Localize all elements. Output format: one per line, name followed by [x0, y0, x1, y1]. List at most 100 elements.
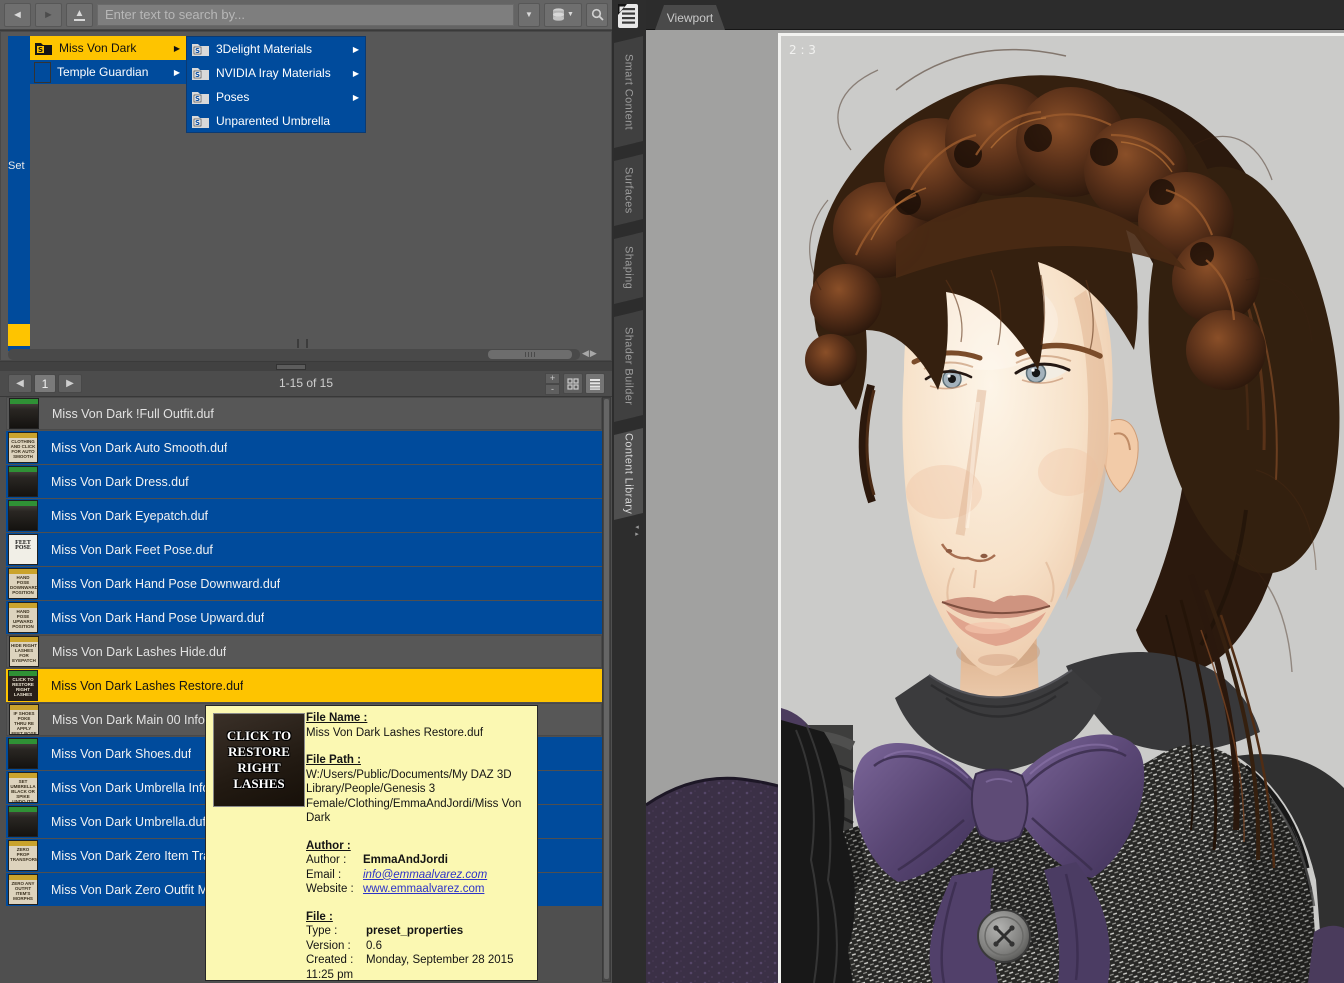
content-toolbar: ◄ ► ▲ ▼ ▼	[0, 0, 612, 30]
file-row[interactable]: HIDE RIGHT LASHES FOR EYEPATCH Miss Von …	[6, 635, 602, 668]
tree-column-clipped[interactable]: Set	[8, 36, 30, 324]
viewport-pane: Viewport 2: 3	[645, 0, 1344, 983]
up-arrow-icon: ▲	[73, 7, 86, 21]
submenu-item-label: NVIDIA Iray Materials	[216, 66, 331, 80]
file-label: Miss Von Dark Umbrella.duf	[51, 814, 206, 829]
folder-s-icon: S	[192, 44, 209, 56]
chevron-down-icon: ▼	[525, 10, 533, 19]
file-row[interactable]: HAND POSE DOWNWARD POSITION Miss Von Dar…	[6, 567, 602, 600]
folder-s-icon: S	[192, 116, 209, 128]
file-thumbnail: HAND POSE UPWARD POSITION	[8, 602, 38, 633]
hscroll-arrow-buttons[interactable]: ◀▶	[582, 348, 598, 359]
menu-item-miss-von-dark[interactable]: S Miss Von Dark ▶	[30, 36, 186, 60]
submenu-arrow-icon: ▶	[352, 68, 359, 78]
file-row[interactable]: Miss Von Dark Dress.duf	[6, 465, 602, 498]
file-thumbnail: CLOTHING AND CLICK FOR AUTO SMOOTH	[8, 432, 38, 463]
forward-button[interactable]: ►	[35, 2, 62, 27]
submenu-item-3delight[interactable]: S 3Delight Materials ▶	[187, 37, 365, 61]
tab-shader-builder[interactable]: Shader Builder	[614, 310, 643, 422]
list-view-button[interactable]	[585, 373, 605, 394]
file-label: Miss Von Dark Shoes.duf	[51, 746, 192, 761]
panel-splitter[interactable]	[0, 362, 612, 371]
svg-text:S: S	[38, 46, 43, 54]
grid-view-icon	[567, 377, 579, 390]
grid-view-button[interactable]	[563, 373, 583, 394]
file-row[interactable]: Miss Von Dark Eyepatch.duf	[6, 499, 602, 532]
chevron-down-icon: ▼	[567, 11, 574, 18]
panel-menu-icon[interactable]	[614, 3, 640, 29]
file-thumbnail: HIDE RIGHT LASHES FOR EYEPATCH	[9, 636, 39, 667]
email-link[interactable]: info@emmaalvarez.com	[363, 869, 487, 881]
tooltip-filename-heading: File Name :	[306, 712, 368, 724]
tooltip-thumbnail: CLICK TO RESTORE RIGHT LASHES	[213, 713, 305, 807]
file-label: Miss Von Dark Eyepatch.duf	[51, 508, 209, 523]
tooltip-author-heading: Author :	[306, 839, 351, 852]
file-row-hovered[interactable]: CLICK TO RESTORE RIGHT LASHES Miss Von D…	[6, 669, 602, 702]
submenu-item-iray[interactable]: S NVIDIA Iray Materials ▶	[187, 61, 365, 85]
vscroll-thumb[interactable]	[604, 399, 609, 979]
submenu-item-label: Unparented Umbrella	[216, 114, 331, 128]
database-menu-button[interactable]: ▼	[544, 2, 582, 27]
file-row[interactable]: FEET POSE Miss Von Dark Feet Pose.duf	[6, 533, 602, 566]
author-value: EmmaAndJordi	[363, 854, 448, 866]
file-thumbnail: FEET POSE	[8, 534, 38, 565]
column-divider-handle[interactable]	[297, 339, 308, 348]
file-label: Miss Von Dark Umbrella Info.duf	[51, 780, 231, 795]
menu-item-temple-guardian[interactable]: Temple Guardian ▶	[30, 60, 186, 84]
go-up-button[interactable]: ▲	[66, 2, 93, 27]
svg-text:S: S	[195, 47, 200, 55]
file-thumbnail: ZERO ANY OUTFIT ITEM'S MORPHS	[8, 874, 38, 905]
submenu-item-unparented-umbrella[interactable]: S Unparented Umbrella	[187, 109, 365, 133]
file-label: Miss Von Dark Hand Pose Upward.duf	[51, 610, 265, 625]
tab-surfaces[interactable]: Surfaces	[614, 154, 643, 226]
file-thumbnail	[8, 466, 38, 497]
back-button[interactable]: ◄	[4, 2, 31, 27]
submenu-item-label: Poses	[216, 90, 250, 104]
viewport-canvas[interactable]: 2 : 3	[645, 30, 1344, 983]
folder-s-icon: S	[192, 68, 209, 80]
file-label: Miss Von Dark Feet Pose.duf	[51, 542, 213, 557]
file-thumbnail: CLICK TO RESTORE RIGHT LASHES	[8, 670, 38, 701]
forward-arrow-icon: ►	[43, 8, 54, 21]
file-thumbnail: ZERO PROP TRANSFORMS	[8, 840, 38, 871]
file-label: Miss Von Dark Hand Pose Downward.duf	[51, 576, 281, 591]
daz-studio-window: ◄ ► ▲ ▼ ▼ Set S Miss Von Dark ▶ Temple G…	[0, 0, 1344, 983]
thumb-size-increase-button[interactable]: +	[545, 373, 560, 384]
aspect-ratio-label: 2 : 3	[789, 43, 816, 57]
back-arrow-icon: ◄	[12, 8, 23, 21]
pagination-bar: ◀ 1 ▶ 1-15 of 15 + -	[0, 371, 612, 397]
submenu-item-label: 3Delight Materials	[216, 42, 313, 56]
folder-s-icon: S	[192, 92, 209, 104]
clipped-folder-label: Set	[8, 160, 25, 172]
search-type-dropdown[interactable]: ▼	[518, 2, 540, 27]
tooltip-filename: Miss Von Dark Lashes Restore.duf	[306, 726, 484, 739]
tab-smart-content[interactable]: Smart Content	[614, 36, 643, 148]
search-input[interactable]	[97, 3, 514, 26]
database-icon	[553, 7, 565, 21]
thumb-size-decrease-button[interactable]: -	[545, 384, 560, 395]
tab-content-library[interactable]: Content Library	[614, 428, 643, 520]
file-thumbnail	[8, 738, 38, 769]
file-row[interactable]: HAND POSE UPWARD POSITION Miss Von Dark …	[6, 601, 602, 634]
file-row[interactable]: Miss Von Dark !Full Outfit.duf	[6, 397, 602, 430]
submenu-item-poses[interactable]: S Poses ▶	[187, 85, 365, 109]
file-label: Miss Von Dark Main 00 Info.duf	[52, 712, 226, 727]
tab-viewport[interactable]: Viewport	[655, 5, 725, 30]
file-thumbnail	[8, 500, 38, 531]
tooltip-filepath-line: Female/Clothing/EmmaAndJordi/Miss Von Da…	[306, 797, 522, 825]
viewport-tab-bar: Viewport	[646, 0, 1344, 30]
pane-collapse-arrows[interactable]: ◂ ▸	[631, 524, 643, 538]
tree-item-highlight-fragment[interactable]	[8, 324, 30, 346]
file-row[interactable]: CLOTHING AND CLICK FOR AUTO SMOOTH Miss …	[6, 431, 602, 464]
file-label: Miss Von Dark Lashes Restore.duf	[51, 678, 244, 693]
tooltip-filepath-line: W:/Users/Public/Documents/My DAZ 3D	[306, 768, 512, 781]
submenu-arrow-icon: ▶	[173, 43, 180, 53]
tree-hscroll-thumb[interactable]	[488, 350, 572, 359]
menu-item-label: Temple Guardian	[57, 65, 149, 79]
tab-shaping[interactable]: Shaping	[614, 232, 643, 304]
website-link[interactable]: www.emmaalvarez.com	[363, 883, 484, 895]
search-button[interactable]	[586, 2, 608, 27]
list-vertical-scrollbar[interactable]	[602, 397, 611, 982]
tooltip-filepath-heading: File Path :	[306, 754, 361, 766]
svg-text:S: S	[195, 95, 200, 103]
